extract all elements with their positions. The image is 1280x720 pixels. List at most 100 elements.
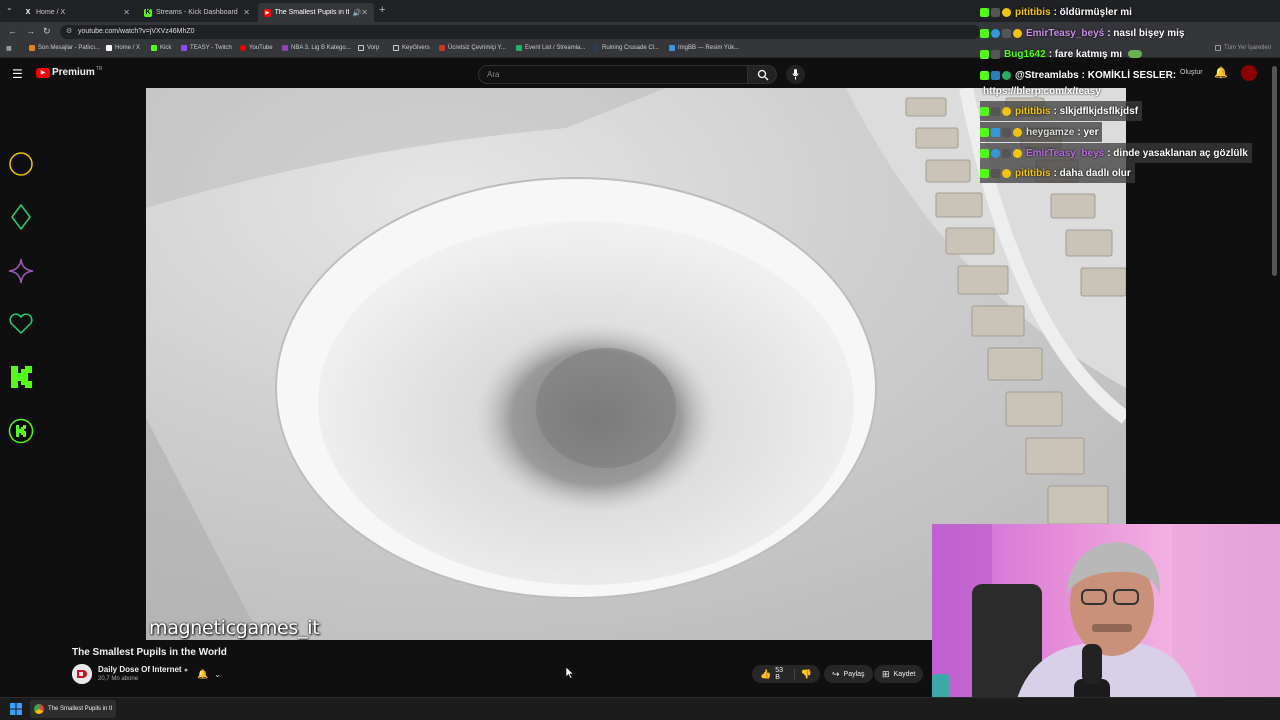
bookmark-item[interactable]: Ruining Crusade Cl... [593,45,659,51]
windows-taskbar: The Smallest Pupils in tl [0,697,1280,720]
account-avatar[interactable] [1241,65,1257,81]
url-field[interactable]: ⚙ youtube.com/watch?v=jVXVz46MhZ0 [60,25,980,39]
video-title: The Smallest Pupils in the World [72,647,227,658]
tab-kick-dashboard[interactable]: K Streams - Kick Dashboard ✕ [138,3,256,22]
create-button[interactable]: Oluştur [1180,69,1203,76]
globe-badge-icon [991,127,1000,137]
back-icon[interactable]: ← [8,26,17,36]
notification-bell-button[interactable]: 🔔 ⌄ [197,666,221,682]
coin-badge-icon [1013,148,1022,158]
webcam-frame [932,524,1280,720]
circle-outline-icon [9,152,33,176]
save-button[interactable]: ⊞ Kaydet [874,665,924,683]
chrome-icon [34,704,44,714]
kick-badge-icon [980,28,989,38]
moderator-badge-icon [991,49,1000,59]
diamond-outline-icon [11,204,31,230]
channel-avatar[interactable] [72,664,92,684]
search-button[interactable] [747,65,777,84]
save-playlist-icon: ⊞ [882,668,890,679]
reload-icon[interactable]: ↻ [43,26,51,37]
bookmark-item[interactable]: Ücretsiz Çevrimiçi Y... [439,45,506,51]
channel-logo-icon [72,664,92,684]
streamer-webcam [932,524,1280,720]
chat-message-link: https://blerp.com/x/teasy [983,85,1101,97]
globe-badge-icon [991,28,1000,38]
kick-badge-icon [980,168,989,178]
all-bookmarks[interactable]: Tüm Yer İşaretleri [1215,45,1271,51]
bookmark-item[interactable]: Event List / Streamla... [516,45,585,51]
kick-badge-icon [980,148,989,158]
moderator-badge-icon [991,7,1000,17]
bookmark-item[interactable]: NBA 3. Lig B Katego... [282,45,351,51]
heart-outline-icon [9,313,33,335]
channel-name[interactable]: Daily Dose Of Internet ● [98,665,188,674]
moderator-badge-icon [1002,28,1011,38]
verified-icon: ● [183,667,189,674]
coin-badge-icon [1002,106,1011,116]
bell-icon: 🔔 [197,668,209,679]
new-tab-button[interactable]: + [379,4,385,16]
kick-badge-icon [980,106,989,116]
chat-message: pititibis : slkjdflkjdsflkjdsf [980,101,1143,121]
x-logo-icon: X [25,8,31,16]
kick-badge-icon [980,7,989,17]
forward-icon[interactable]: → [26,26,35,36]
emote-frog-icon [1128,50,1143,58]
share-arrow-icon: ↪ [832,668,840,679]
tab-list-chevron-icon[interactable]: ⌄ [6,3,13,12]
close-tab-icon[interactable]: ✕ [361,8,368,17]
bookmark-item[interactable]: TEASY - Twitch [181,45,232,51]
thumbs-down-icon: 👎 [800,668,812,679]
thumbs-up-icon: 👍 [760,668,772,679]
share-button[interactable]: ↪ Paylaş [824,665,873,683]
coin-badge-icon [1002,168,1011,178]
chat-message: pititibis : daha dadlı olur [980,163,1135,183]
coin-badge-icon [1013,28,1022,38]
audio-playing-icon[interactable]: 🔊 [353,9,362,17]
verified-badge-icon [1002,70,1011,80]
bookmark-item[interactable]: Vorp [358,45,379,51]
like-button[interactable]: 👍 53 B [760,667,784,681]
youtube-logo-icon: ▶ [264,8,271,17]
kick-badge-icon [980,127,989,137]
notifications-bell-icon[interactable]: 🔔 [1214,66,1228,79]
globe-badge-icon [991,148,1000,158]
windows-start-icon[interactable] [10,703,22,715]
bookmark-item[interactable]: KeyGivers [393,45,430,51]
tab-youtube-video[interactable]: ▶ The Smallest Pupils in the W 🔊 ✕ [258,3,374,22]
tab-title: The Smallest Pupils in the W [274,9,349,16]
chat-message: EmirTeasy_beyś : nasıl bişey miş [980,23,1184,43]
tab-home-x[interactable]: X Home / X ✕ [18,3,136,22]
page-scrollbar[interactable] [1272,66,1277,276]
url-text: youtube.com/watch?v=jVXVz46MhZ0 [78,28,195,35]
close-tab-icon[interactable]: ✕ [243,8,250,17]
taskbar-app-chrome[interactable]: The Smallest Pupils in tl [30,700,116,718]
kick-badge-icon [980,49,989,59]
kick-logo-icon: K [144,8,152,17]
youtube-play-icon: ▶ [36,67,50,78]
dislike-button[interactable]: 👎 [793,668,812,680]
bookmark-item[interactable]: ImgBB — Resim Yük... [669,45,739,51]
like-count: 53 B [775,667,784,681]
moderator-badge-icon [1002,127,1011,137]
youtube-premium-logo[interactable]: ▶ Premium TR [36,66,102,78]
subscriber-count: 20,7 Mn abone [98,676,139,682]
site-info-icon[interactable]: ⚙ [66,25,72,39]
chat-message: pititibis : öldürmüşler mi [980,2,1132,22]
bookmark-item[interactable]: Kick [151,45,171,51]
close-tab-icon[interactable]: ✕ [123,8,130,17]
moderator-badge-icon [991,106,1000,116]
menu-icon[interactable]: ☰ [12,67,23,81]
mouse-cursor-icon [566,667,574,679]
premium-label: Premium [52,67,95,78]
bot-badge-icon [991,70,1000,80]
bookmark-item[interactable]: Son Mesajlar - Patlıcı... [29,45,100,51]
voice-search-button[interactable] [786,65,805,84]
bookmark-item[interactable]: YouTube [240,45,273,51]
search-input[interactable]: Ara [478,65,748,84]
apps-grid-icon[interactable]: ▦ [6,45,12,52]
moderator-badge-icon [1002,148,1011,158]
bookmark-item[interactable]: Home / X [106,45,140,51]
coin-badge-icon [1002,7,1011,17]
